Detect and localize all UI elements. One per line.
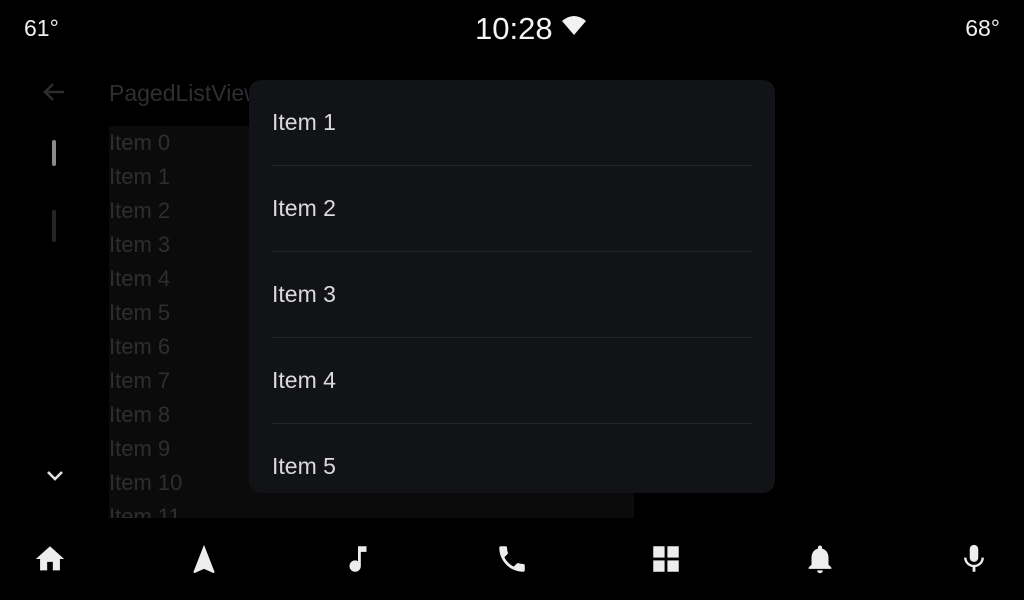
status-bar: 61° 10:28 68° [0, 0, 1024, 58]
phone-button[interactable] [490, 537, 534, 581]
clock: 10:28 [475, 11, 553, 46]
phone-icon [499, 546, 525, 572]
chevron-down-icon[interactable] [44, 464, 66, 486]
popup-item-label: Item 3 [272, 281, 336, 307]
voice-assistant-button[interactable] [952, 537, 996, 581]
car-screen: 61° 10:28 68° PagedListView Item 0 Item … [0, 0, 1024, 600]
notifications-button[interactable] [798, 537, 842, 581]
popup-item[interactable]: Item 4 [272, 338, 752, 424]
navigation-bar [0, 518, 1024, 600]
music-button[interactable] [336, 537, 380, 581]
passenger-temperature[interactable]: 68° [965, 15, 1000, 42]
dropdown-popup: Item 1 Item 2 Item 3 Item 4 Item 5 [249, 80, 775, 493]
popup-item-label: Item 5 [272, 453, 336, 479]
popup-list: Item 1 Item 2 Item 3 Item 4 Item 5 [249, 80, 775, 493]
popup-item[interactable]: Item 3 [272, 252, 752, 338]
navigation-icon [193, 544, 215, 574]
popup-item-label: Item 4 [272, 367, 336, 393]
popup-item[interactable]: Item 1 [272, 80, 752, 166]
home-icon [35, 546, 65, 571]
wifi-icon [561, 16, 586, 35]
back-arrow-icon[interactable] [40, 78, 68, 106]
home-button[interactable] [28, 537, 72, 581]
popup-item[interactable]: Item 5 [272, 424, 752, 493]
driver-temperature[interactable]: 61° [24, 15, 59, 42]
popup-item[interactable]: Item 2 [272, 166, 752, 252]
popup-item-label: Item 1 [272, 109, 336, 135]
notifications-icon [808, 545, 832, 574]
scrollbar-thumb[interactable] [52, 210, 56, 242]
navigation-button[interactable] [182, 537, 226, 581]
scroll-up-button[interactable] [52, 140, 56, 166]
apps-button[interactable] [644, 537, 688, 581]
clock-area: 10:28 [475, 11, 587, 47]
music-icon [349, 546, 367, 572]
page-title: PagedListView [109, 80, 261, 106]
popup-item-label: Item 2 [272, 195, 336, 221]
apps-icon [653, 546, 679, 572]
list-item[interactable]: Item 11 [109, 500, 634, 518]
microphone-icon [964, 544, 984, 572]
